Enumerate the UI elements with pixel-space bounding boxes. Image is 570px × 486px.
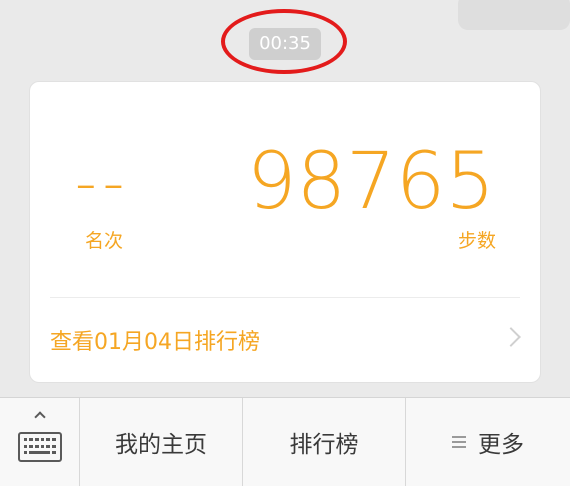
menu-more[interactable]: 更多 — [406, 398, 570, 486]
hamburger-icon — [452, 433, 466, 451]
menu-more-label: 更多 — [478, 432, 524, 458]
steps-value: 98765 — [246, 137, 495, 227]
rank-label: 名次 — [85, 230, 124, 252]
highlight-circle — [221, 9, 347, 74]
chevron-right-icon — [501, 327, 521, 347]
steps-label: 步数 — [457, 230, 496, 252]
view-leaderboard-link[interactable]: 查看01月04日排行榜 — [30, 298, 540, 384]
menu-my-homepage[interactable]: 我的主页 — [80, 398, 243, 486]
caret-up-icon — [34, 411, 46, 423]
menu-leaderboard[interactable]: 排行榜 — [243, 398, 406, 486]
chat-bubble — [458, 0, 570, 30]
menu-leaderboard-label: 排行榜 — [289, 432, 359, 458]
menu-my-homepage-label: 我的主页 — [115, 432, 207, 458]
bottom-menu-bar: 我的主页 排行榜 更多 — [0, 397, 570, 486]
view-leaderboard-label: 查看01月04日排行榜 — [50, 330, 260, 355]
keyboard-icon — [17, 432, 62, 462]
steps-card[interactable]: -- 名次 98765 步数 查看01月04日排行榜 — [29, 81, 541, 383]
rank-value: -- — [75, 148, 131, 218]
keyboard-toggle-button[interactable] — [0, 398, 80, 486]
